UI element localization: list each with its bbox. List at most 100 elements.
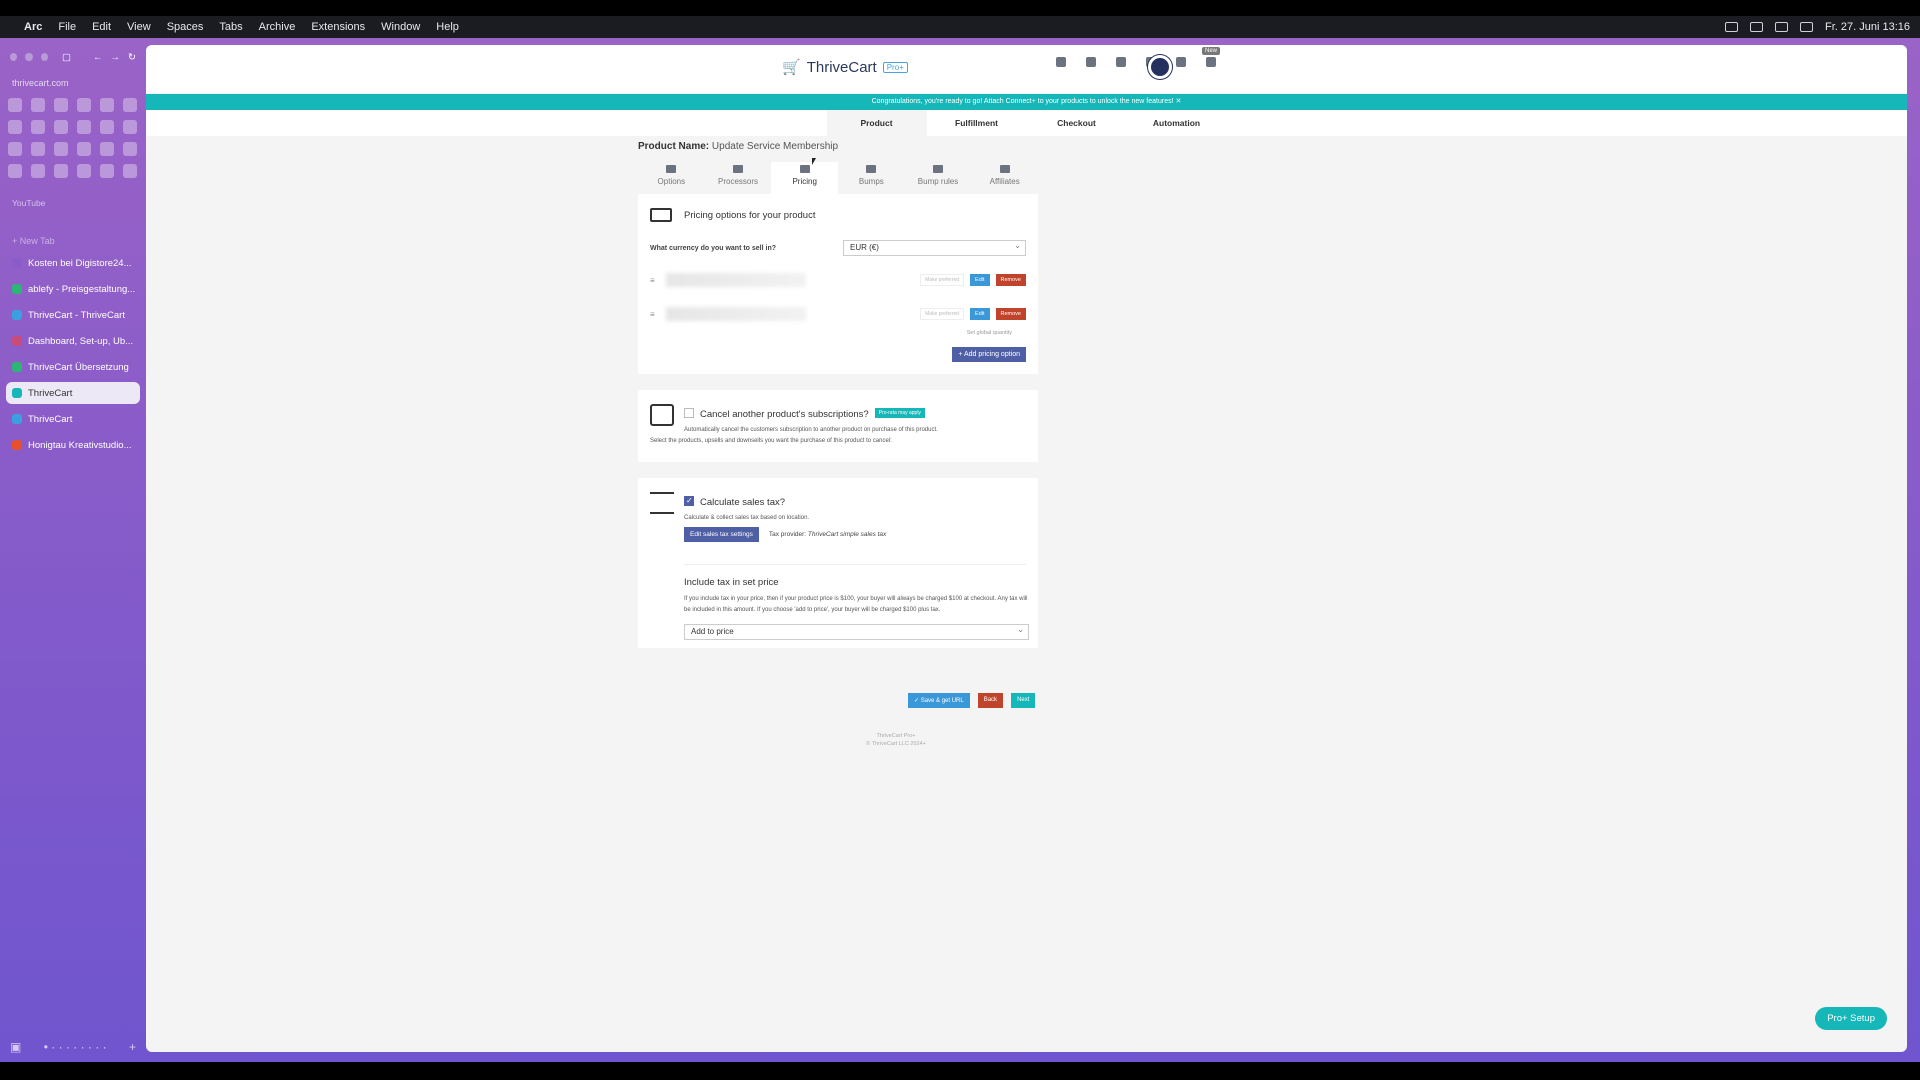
menu-help[interactable]: Help bbox=[428, 21, 467, 33]
close-icon[interactable]: ✕ bbox=[1176, 98, 1182, 105]
banner-text[interactable]: Congratulations, you're ready to go! Att… bbox=[872, 98, 1174, 105]
favorite-icon[interactable] bbox=[54, 98, 68, 112]
stats-icon[interactable] bbox=[1086, 57, 1096, 67]
tab-fulfillment[interactable]: Fulfillment bbox=[927, 110, 1027, 136]
favorite-icon[interactable] bbox=[54, 142, 68, 156]
favorite-icon[interactable] bbox=[123, 98, 137, 112]
sidebar-section-title[interactable]: YouTube bbox=[0, 178, 146, 208]
currency-select[interactable]: EUR (€) bbox=[843, 239, 1026, 256]
sidebar-toggle-icon[interactable]: ▢ bbox=[62, 52, 71, 63]
remove-button[interactable]: Remove bbox=[995, 308, 1026, 320]
tab-automation[interactable]: Automation bbox=[1127, 110, 1227, 136]
menu-extensions[interactable]: Extensions bbox=[303, 21, 373, 33]
subtab-options[interactable]: Options bbox=[638, 162, 705, 194]
url-bar[interactable]: thrivecart.com bbox=[0, 66, 146, 88]
close-window-icon[interactable] bbox=[10, 53, 18, 61]
menu-tabs[interactable]: Tabs bbox=[211, 21, 250, 33]
favorite-icon[interactable] bbox=[100, 120, 114, 134]
calculate-tax-checkbox[interactable] bbox=[684, 495, 694, 506]
archive-icon[interactable]: ▣ bbox=[10, 1040, 21, 1054]
save-get-url-button[interactable]: ✓ Save & get URL bbox=[908, 693, 970, 708]
menu-window[interactable]: Window bbox=[373, 21, 428, 33]
drag-handle-icon[interactable]: ≡ bbox=[650, 276, 658, 285]
search-icon[interactable] bbox=[1800, 22, 1813, 32]
sidebar-tab[interactable]: ablefy - Preisgestaltung... bbox=[6, 278, 140, 300]
favorite-icon[interactable] bbox=[77, 142, 91, 156]
favorite-icon[interactable] bbox=[100, 142, 114, 156]
wifi-icon[interactable] bbox=[1775, 22, 1788, 32]
favorite-icon[interactable] bbox=[77, 98, 91, 112]
pro-setup-button[interactable]: Pro+ Setup bbox=[1815, 1007, 1887, 1030]
edit-sales-tax-button[interactable]: Edit sales tax settings bbox=[684, 527, 759, 542]
favorite-icon[interactable] bbox=[123, 164, 137, 178]
menu-file[interactable]: File bbox=[50, 21, 84, 33]
subtab-affiliates[interactable]: Affiliates bbox=[971, 162, 1038, 194]
menu-archive[interactable]: Archive bbox=[251, 21, 304, 33]
subtab-bumps[interactable]: Bumps bbox=[838, 162, 905, 194]
status-icon[interactable] bbox=[1725, 22, 1738, 32]
favorite-icon[interactable] bbox=[77, 164, 91, 178]
forward-icon[interactable]: → bbox=[111, 52, 121, 63]
reload-icon[interactable]: ↻ bbox=[128, 52, 136, 63]
favorite-icon[interactable] bbox=[8, 98, 22, 112]
favorite-icon[interactable] bbox=[8, 164, 22, 178]
favorite-icon[interactable] bbox=[123, 142, 137, 156]
favorite-icon[interactable] bbox=[31, 164, 45, 178]
subtab-bump-rules[interactable]: Bump rules bbox=[905, 162, 972, 194]
sidebar-tab[interactable]: Dashboard, Set-up, Ub... bbox=[6, 330, 140, 352]
add-pricing-option-button[interactable]: + Add pricing option bbox=[952, 347, 1026, 362]
add-space-icon[interactable]: + bbox=[129, 1040, 136, 1054]
menu-view[interactable]: View bbox=[119, 21, 159, 33]
tab-product[interactable]: Product bbox=[826, 110, 927, 136]
cancel-subscriptions-checkbox[interactable] bbox=[684, 407, 694, 418]
affiliates-icon[interactable] bbox=[1176, 57, 1186, 67]
favorite-icon[interactable] bbox=[31, 142, 45, 156]
favorite-icon[interactable] bbox=[54, 120, 68, 134]
make-preferred-button[interactable]: Make preferred bbox=[920, 308, 965, 320]
menu-edit[interactable]: Edit bbox=[84, 21, 119, 33]
sidebar-tab-active[interactable]: ThriveCart bbox=[6, 382, 140, 404]
favorite-icon[interactable] bbox=[77, 120, 91, 134]
dashboard-icon[interactable] bbox=[1056, 57, 1066, 67]
subtab-processors[interactable]: Processors bbox=[705, 162, 772, 194]
edit-button[interactable]: Edit bbox=[970, 308, 990, 320]
sidebar-tab[interactable]: Kosten bei Digistore24... bbox=[6, 252, 140, 274]
sidebar-tab[interactable]: ThriveCart - ThriveCart bbox=[6, 304, 140, 326]
tab-checkout[interactable]: Checkout bbox=[1027, 110, 1127, 136]
drag-handle-icon[interactable]: ≡ bbox=[650, 310, 658, 319]
thrivecart-logo[interactable]: 🛒 ThriveCart Pro+ bbox=[782, 58, 908, 76]
maximize-window-icon[interactable] bbox=[40, 53, 49, 61]
menubar-clock[interactable]: Fr. 27. Juni 13:16 bbox=[1825, 21, 1910, 33]
spaces-dots[interactable]: • · · · · · · · · bbox=[44, 1040, 107, 1054]
favorite-icon[interactable] bbox=[100, 98, 114, 112]
menu-app[interactable]: Arc bbox=[16, 21, 50, 33]
favorite-icon[interactable] bbox=[54, 164, 68, 178]
favorite-icon[interactable] bbox=[31, 98, 45, 112]
favorite-icon[interactable] bbox=[31, 120, 45, 134]
make-preferred-button[interactable]: Make preferred bbox=[920, 274, 965, 286]
list-icon[interactable] bbox=[1116, 57, 1126, 67]
account-avatar[interactable] bbox=[1148, 55, 1172, 79]
subtab-pricing[interactable]: Pricing bbox=[771, 162, 839, 194]
menu-spaces[interactable]: Spaces bbox=[159, 21, 212, 33]
edit-button[interactable]: Edit bbox=[970, 274, 990, 286]
favorite-icon[interactable] bbox=[100, 164, 114, 178]
favorite-icon[interactable] bbox=[123, 120, 137, 134]
status-icon[interactable] bbox=[1750, 22, 1763, 32]
bump-rules-icon bbox=[933, 165, 944, 173]
set-global-quantity[interactable]: Set global quantity bbox=[650, 330, 1026, 336]
sidebar-tab[interactable]: ThriveCart bbox=[6, 408, 140, 430]
include-tax-select[interactable]: Add to price bbox=[684, 623, 1029, 640]
favorite-icon[interactable] bbox=[8, 142, 22, 156]
back-button[interactable]: Back bbox=[977, 693, 1004, 708]
sidebar-tab[interactable]: Honigtau Kreativstudio... bbox=[6, 434, 140, 456]
minimize-window-icon[interactable] bbox=[25, 53, 33, 61]
back-icon[interactable]: ← bbox=[93, 52, 103, 63]
remove-button[interactable]: Remove bbox=[995, 274, 1026, 286]
bumps-icon bbox=[866, 165, 877, 173]
learn-icon[interactable]: New bbox=[1202, 47, 1221, 67]
favorite-icon[interactable] bbox=[8, 120, 22, 134]
new-tab-button[interactable]: + New Tab bbox=[0, 208, 146, 246]
next-button[interactable]: Next bbox=[1011, 693, 1036, 708]
sidebar-tab[interactable]: ThriveCart Übersetzung bbox=[6, 356, 140, 378]
